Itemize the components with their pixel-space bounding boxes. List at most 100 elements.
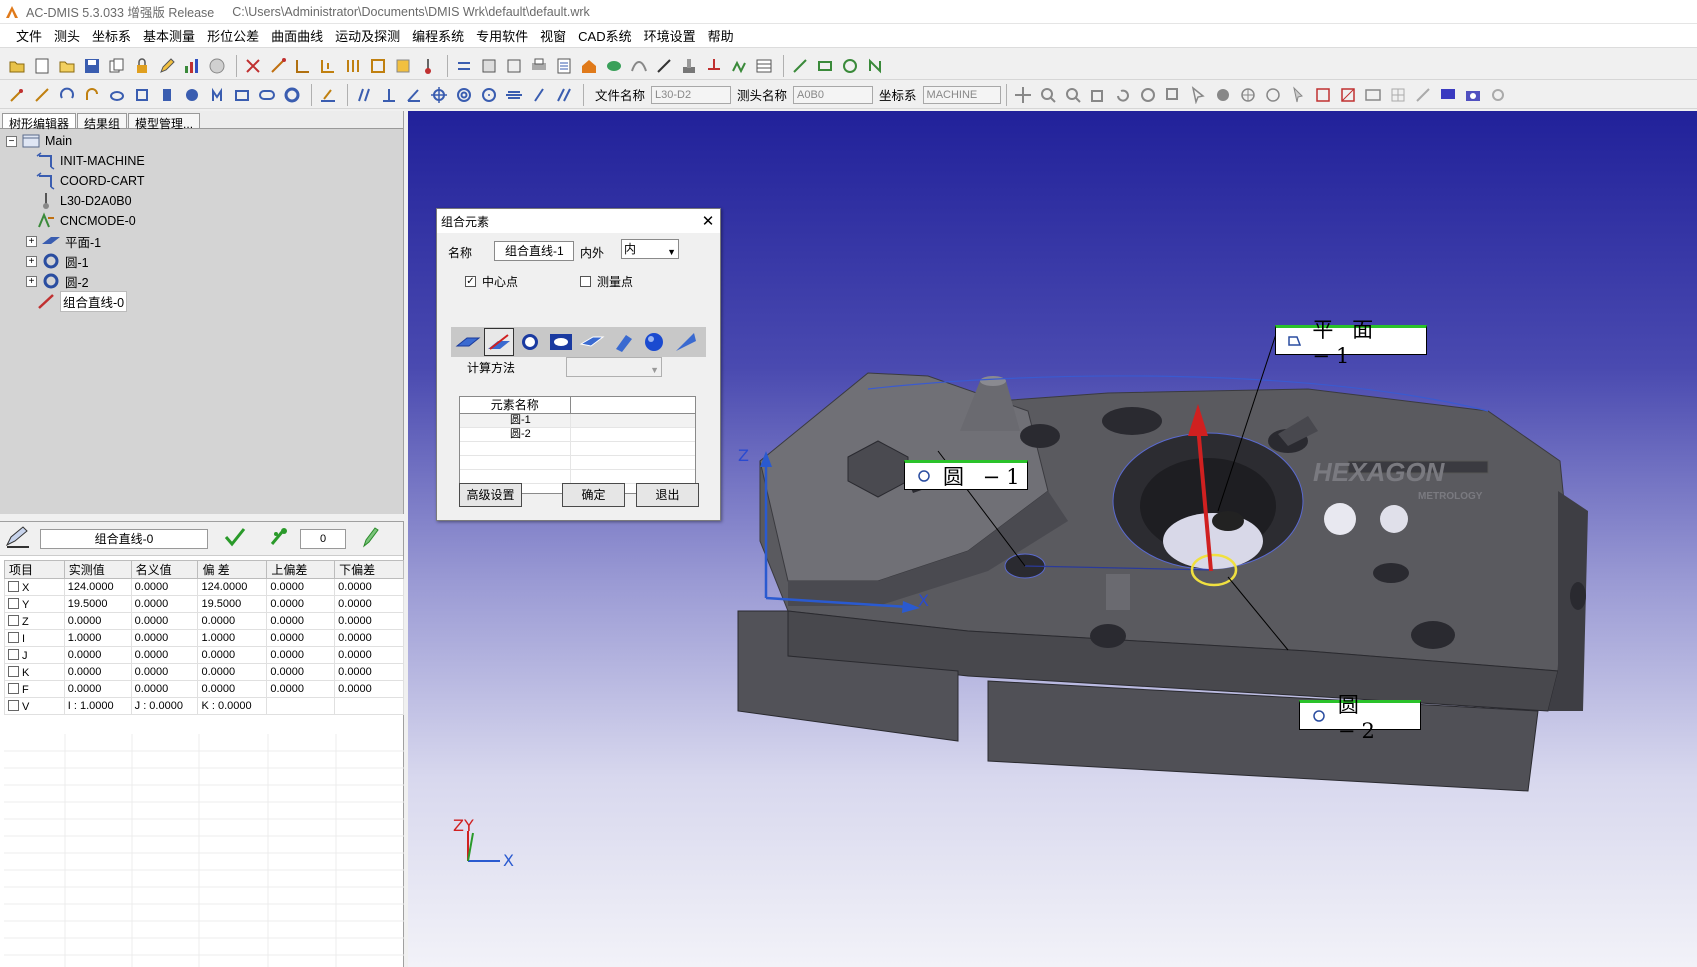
tree-item-coord[interactable]: COORD-CART bbox=[6, 171, 403, 191]
runout-icon[interactable] bbox=[528, 84, 550, 106]
arc-icon[interactable] bbox=[56, 84, 78, 106]
table-row[interactable]: F 0.0000 0.0000 0.0000 0.0000 0.0000 bbox=[4, 680, 404, 698]
feature-pen-icon[interactable] bbox=[4, 525, 32, 552]
expand-icon[interactable]: + bbox=[26, 235, 37, 247]
tab-model-manager[interactable]: 模型管理... bbox=[128, 113, 201, 131]
arc2-icon[interactable] bbox=[81, 84, 103, 106]
point-count-field[interactable]: 0 bbox=[300, 528, 346, 549]
swap-icon[interactable] bbox=[453, 55, 475, 77]
menu-surface-curve[interactable]: 曲面曲线 bbox=[265, 26, 329, 45]
pan-icon[interactable] bbox=[1012, 84, 1034, 106]
tree-item-circle2[interactable]: + 圆-2 bbox=[6, 271, 403, 291]
tree-item-probe[interactable]: L30-D2A0B0 bbox=[6, 191, 403, 211]
list-item[interactable]: 圆-1 bbox=[460, 414, 695, 428]
stack-tool-icon[interactable] bbox=[392, 55, 414, 77]
row-checkbox[interactable] bbox=[8, 665, 19, 677]
axis-tool-icon[interactable] bbox=[317, 55, 339, 77]
menu-settings[interactable]: 环境设置 bbox=[638, 26, 702, 45]
menu-motion[interactable]: 运动及探测 bbox=[329, 26, 406, 45]
symmetry-icon[interactable] bbox=[503, 84, 525, 106]
plane-tag[interactable]: 平 面 −1 bbox=[1275, 318, 1427, 368]
ok-button[interactable]: 确定 bbox=[562, 483, 625, 507]
expand-icon[interactable]: + bbox=[26, 275, 37, 287]
cone-type-icon[interactable] bbox=[670, 328, 700, 356]
grid-view-icon[interactable] bbox=[1387, 84, 1409, 106]
table-row[interactable]: K 0.0000 0.0000 0.0000 0.0000 0.0000 bbox=[4, 663, 404, 681]
exit-button[interactable]: 退出 bbox=[636, 483, 699, 507]
load-icon[interactable] bbox=[478, 55, 500, 77]
expand-icon[interactable]: + bbox=[26, 255, 37, 267]
menu-window[interactable]: 视窗 bbox=[534, 26, 572, 45]
collapse-icon[interactable]: − bbox=[6, 135, 17, 147]
view-box-icon[interactable] bbox=[1087, 84, 1109, 106]
line-icon[interactable] bbox=[789, 55, 811, 77]
chart-icon[interactable] bbox=[181, 55, 203, 77]
curve-icon[interactable] bbox=[628, 55, 650, 77]
row-checkbox[interactable] bbox=[8, 580, 19, 592]
measure-point-checkbox[interactable]: 测量点 bbox=[580, 273, 633, 290]
close-icon[interactable]: ✕ bbox=[696, 212, 720, 230]
tree-item-init[interactable]: INIT-MACHINE bbox=[6, 151, 403, 171]
save-icon[interactable] bbox=[81, 55, 103, 77]
angle-icon[interactable] bbox=[403, 84, 425, 106]
open-icon[interactable] bbox=[6, 55, 28, 77]
menu-coord[interactable]: 坐标系 bbox=[86, 26, 137, 45]
concentric-icon[interactable] bbox=[453, 84, 475, 106]
table-row[interactable]: X 124.0000 0.0000 124.0000 0.0000 0.0000 bbox=[4, 578, 404, 596]
row-checkbox[interactable] bbox=[8, 648, 19, 660]
home-icon[interactable] bbox=[578, 55, 600, 77]
plane2-type-icon[interactable] bbox=[577, 328, 607, 356]
rotate-icon[interactable] bbox=[1112, 84, 1134, 106]
edit-icon[interactable] bbox=[156, 55, 178, 77]
new-icon[interactable] bbox=[31, 55, 53, 77]
outline-icon[interactable] bbox=[1262, 84, 1284, 106]
name-field[interactable]: 组合直线-1 bbox=[494, 241, 574, 261]
center-point-checkbox[interactable]: ✓ 中心点 bbox=[465, 273, 518, 290]
zoom-in-icon[interactable] bbox=[1037, 84, 1059, 106]
select-box-icon[interactable] bbox=[1162, 84, 1184, 106]
measure-3d-icon[interactable] bbox=[1312, 84, 1334, 106]
ellipse-icon[interactable] bbox=[106, 84, 128, 106]
point-icon[interactable] bbox=[6, 84, 28, 106]
cursor-icon[interactable] bbox=[1187, 84, 1209, 106]
copy-icon[interactable] bbox=[106, 55, 128, 77]
cone-icon[interactable] bbox=[181, 84, 203, 106]
round-slot-icon[interactable] bbox=[256, 84, 278, 106]
table-row[interactable]: J 0.0000 0.0000 0.0000 0.0000 0.0000 bbox=[4, 646, 404, 664]
machine-icon[interactable] bbox=[678, 55, 700, 77]
circle2-tag[interactable]: 圆 −2 bbox=[1299, 693, 1421, 743]
list-item[interactable]: 圆-2 bbox=[460, 428, 695, 442]
box-icon[interactable] bbox=[131, 84, 153, 106]
row-checkbox[interactable] bbox=[8, 682, 19, 694]
probe-down-icon[interactable] bbox=[417, 55, 439, 77]
inout-select[interactable]: 内 ▼ bbox=[621, 239, 679, 259]
rect-slot-icon[interactable] bbox=[231, 84, 253, 106]
perpendicular-icon[interactable] bbox=[378, 84, 400, 106]
wire-icon[interactable] bbox=[1237, 84, 1259, 106]
cylinder-type-icon[interactable] bbox=[608, 328, 638, 356]
menu-probe[interactable]: 测头 bbox=[48, 26, 86, 45]
export-icon[interactable] bbox=[503, 55, 525, 77]
probe-tool-icon[interactable] bbox=[267, 55, 289, 77]
ring-icon[interactable] bbox=[281, 84, 303, 106]
circularity-icon[interactable] bbox=[478, 84, 500, 106]
total-runout-icon[interactable] bbox=[553, 84, 575, 106]
torus-icon[interactable] bbox=[206, 84, 228, 106]
layers-icon[interactable] bbox=[603, 55, 625, 77]
position-icon[interactable] bbox=[428, 84, 450, 106]
bars-tool-icon[interactable] bbox=[342, 55, 364, 77]
row-checkbox[interactable] bbox=[8, 699, 19, 711]
table-row[interactable]: I 1.0000 0.0000 1.0000 0.0000 0.0000 bbox=[4, 629, 404, 647]
tab-result-group[interactable]: 结果组 bbox=[77, 113, 128, 131]
pen-icon[interactable] bbox=[653, 55, 675, 77]
tree-item-cncmode[interactable]: CNCMODE-0 bbox=[6, 211, 403, 231]
menu-programming[interactable]: 编程系统 bbox=[406, 26, 470, 45]
menu-file[interactable]: 文件 bbox=[10, 26, 48, 45]
folder-icon[interactable] bbox=[56, 55, 78, 77]
menu-gdt[interactable]: 形位公差 bbox=[201, 26, 265, 45]
line-feature-icon[interactable] bbox=[31, 84, 53, 106]
menu-cad[interactable]: CAD系统 bbox=[572, 26, 637, 45]
tool-icon[interactable] bbox=[1412, 84, 1434, 106]
tab-tree-editor[interactable]: 树形编辑器 bbox=[2, 113, 77, 131]
delete-icon[interactable] bbox=[242, 55, 264, 77]
